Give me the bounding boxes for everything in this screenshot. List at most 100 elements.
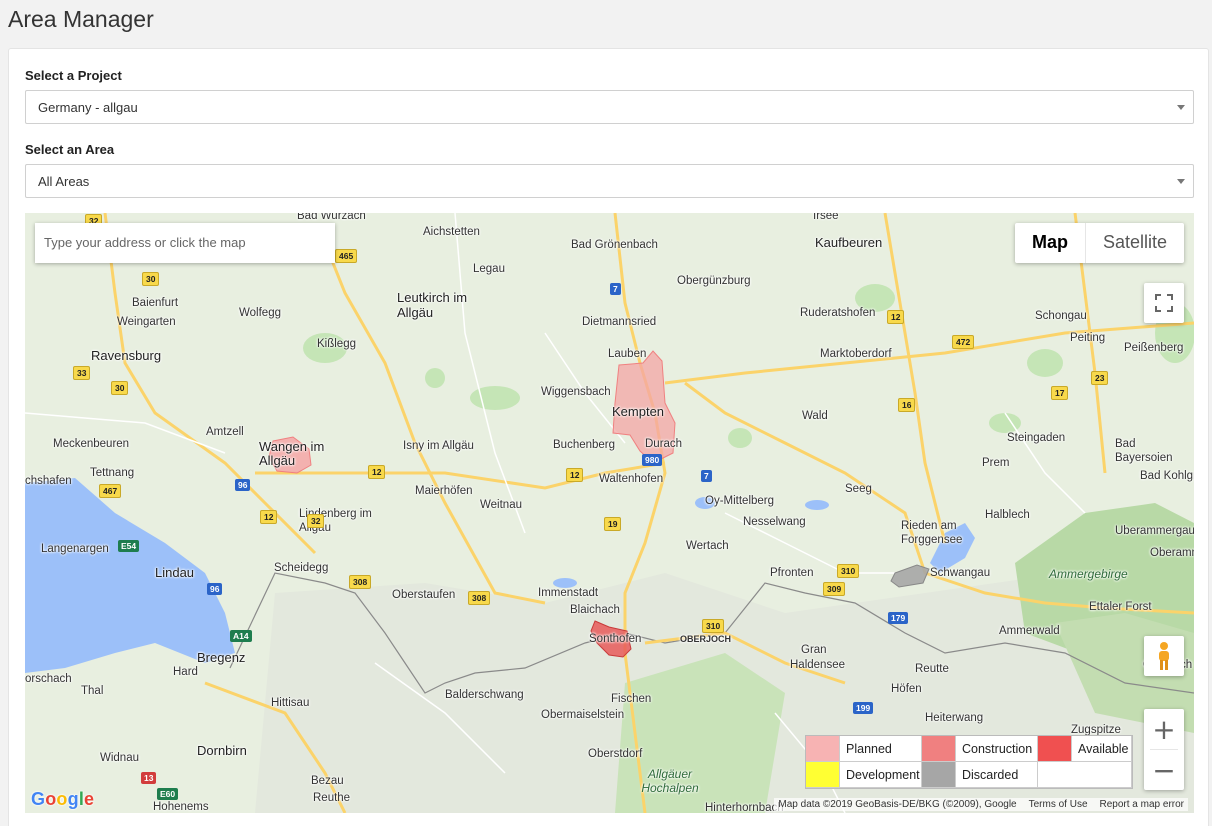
place-label: Schongau <box>1035 310 1087 322</box>
place-label: Bezau <box>311 775 344 787</box>
place-label: Seeg <box>845 483 872 495</box>
place-label: Reuthe <box>313 792 351 804</box>
place-label: Hittisau <box>271 697 310 709</box>
place-label: Lauben <box>608 348 647 360</box>
legend-label-discarded: Discarded <box>956 762 1038 788</box>
road-shield: 465 <box>335 249 358 263</box>
area-status-legend: Planned Construction Available Developme… <box>805 735 1133 789</box>
place-label: Kißlegg <box>317 338 356 350</box>
terms-of-use-link[interactable]: Terms of Use <box>1029 799 1088 810</box>
place-label: Obermaiselstein <box>541 709 625 721</box>
place-label: Hard <box>173 666 198 678</box>
place-label: Obergünzburg <box>677 275 751 287</box>
road-shield: E54 <box>118 540 140 552</box>
place-label: Bad Kohlgrub <box>1140 470 1194 482</box>
road-shield: 980 <box>642 454 663 466</box>
legend-label-planned: Planned <box>840 736 922 762</box>
place-label: Oberstdorf <box>588 748 643 760</box>
street-view-pegman-button[interactable] <box>1144 636 1184 676</box>
place-label: Weingarten <box>117 316 176 328</box>
legend-empty-cell <box>1072 762 1132 788</box>
place-label: Reutte <box>915 663 949 675</box>
road-shield: 19 <box>604 517 622 531</box>
place-label: Bregenz <box>197 650 246 665</box>
place-label: Pfronten <box>770 567 814 579</box>
place-label: Haldensee <box>790 659 845 671</box>
place-label: Wangen im Allgäu <box>259 439 325 468</box>
place-label: Thal <box>81 685 104 697</box>
road-shield: 199 <box>853 702 874 714</box>
project-select-value: Germany - allgau <box>38 100 138 115</box>
road-shield: 12 <box>566 468 584 482</box>
place-label: Ammerwald <box>999 625 1060 637</box>
area-select-value: All Areas <box>38 174 90 189</box>
legend-swatch-available <box>1038 736 1072 762</box>
place-label: Widnau <box>100 752 139 764</box>
project-select[interactable]: Germany - allgau <box>25 90 1194 124</box>
place-label: Prem <box>982 457 1010 469</box>
map-attribution: Map data ©2019 GeoBasis-DE/BKG (©2009), … <box>774 798 1188 811</box>
road-shield: E60 <box>157 788 179 800</box>
place-label: Wertach <box>686 540 729 552</box>
place-label: Weitnau <box>480 499 522 511</box>
place-label: Wald <box>802 410 828 422</box>
place-label: Schwangau <box>930 567 991 579</box>
area-select[interactable]: All Areas <box>25 164 1194 198</box>
place-label: Rieden am Forggensee <box>901 520 963 546</box>
place-label: Dornbirn <box>197 743 247 758</box>
fullscreen-button[interactable] <box>1144 283 1184 323</box>
place-label: Peiting <box>1070 332 1106 344</box>
place-label: Balderschwang <box>445 689 524 701</box>
map-canvas[interactable]: Bad Wurzach Aichstetten Irsee Kaufbeuren… <box>25 213 1194 813</box>
road-shield: 30 <box>111 381 129 395</box>
place-label: Höfen <box>891 683 922 695</box>
report-map-error-link[interactable]: Report a map error <box>1100 799 1184 810</box>
place-label: Leutkirch im Allgäu <box>397 290 468 320</box>
place-label: Blaichach <box>570 604 620 616</box>
road-shield: 310 <box>837 564 860 578</box>
road-shield: 309 <box>823 582 846 596</box>
road-shield: 7 <box>701 470 712 482</box>
page-title: Area Manager <box>8 6 154 32</box>
place-label: Oberstaufen <box>392 589 456 601</box>
place-label: Tettnang <box>90 467 135 479</box>
place-label: Irsee <box>813 213 839 222</box>
place-label: Wiggensbach <box>541 386 611 398</box>
pegman-icon <box>1159 642 1169 670</box>
place-label: Aichstetten <box>423 226 480 238</box>
place-label: Scheidegg <box>274 562 329 574</box>
road-shield: 32 <box>307 514 325 528</box>
fullscreen-icon <box>1155 294 1173 312</box>
legend-label-available: Available <box>1072 736 1132 762</box>
road-shield: 17 <box>1051 386 1069 400</box>
road-shield: 179 <box>888 612 909 624</box>
place-label: Fischen <box>611 693 652 705</box>
place-label: Immenstadt <box>538 587 599 599</box>
legend-label-construction: Construction <box>956 736 1038 762</box>
place-label: Waltenhofen <box>599 473 664 485</box>
road-shield: 23 <box>1091 371 1109 385</box>
place-label: Buchenberg <box>553 439 616 451</box>
road-shield: 33 <box>73 366 91 380</box>
zoom-in-button[interactable]: + <box>1144 709 1184 749</box>
map-type-map-button[interactable]: Map <box>1015 223 1086 263</box>
project-label: Select a Project <box>25 68 122 83</box>
place-label: Maierhöfen <box>415 485 473 497</box>
road-shield: 96 <box>207 583 223 595</box>
legend-swatch-construction <box>922 736 956 762</box>
zoom-control: + − <box>1144 709 1184 790</box>
place-label: Uberammergau <box>1115 525 1194 537</box>
map-type-satellite-button[interactable]: Satellite <box>1086 223 1184 263</box>
place-label: OBERJOCH <box>680 634 732 644</box>
road-shield: 308 <box>349 575 372 589</box>
place-label: Legau <box>473 263 505 275</box>
road-shield: 96 <box>235 479 251 491</box>
place-label: Gran <box>801 644 827 656</box>
place-label: Baienfurt <box>132 297 179 309</box>
road-shield: 30 <box>142 272 160 286</box>
road-shield: 308 <box>468 591 491 605</box>
map-type-control: Map Satellite <box>1014 223 1184 263</box>
place-label: Bad Grönenbach <box>571 239 658 251</box>
address-search-input[interactable]: Type your address or click the map <box>35 223 335 263</box>
zoom-out-button[interactable]: − <box>1144 750 1184 790</box>
